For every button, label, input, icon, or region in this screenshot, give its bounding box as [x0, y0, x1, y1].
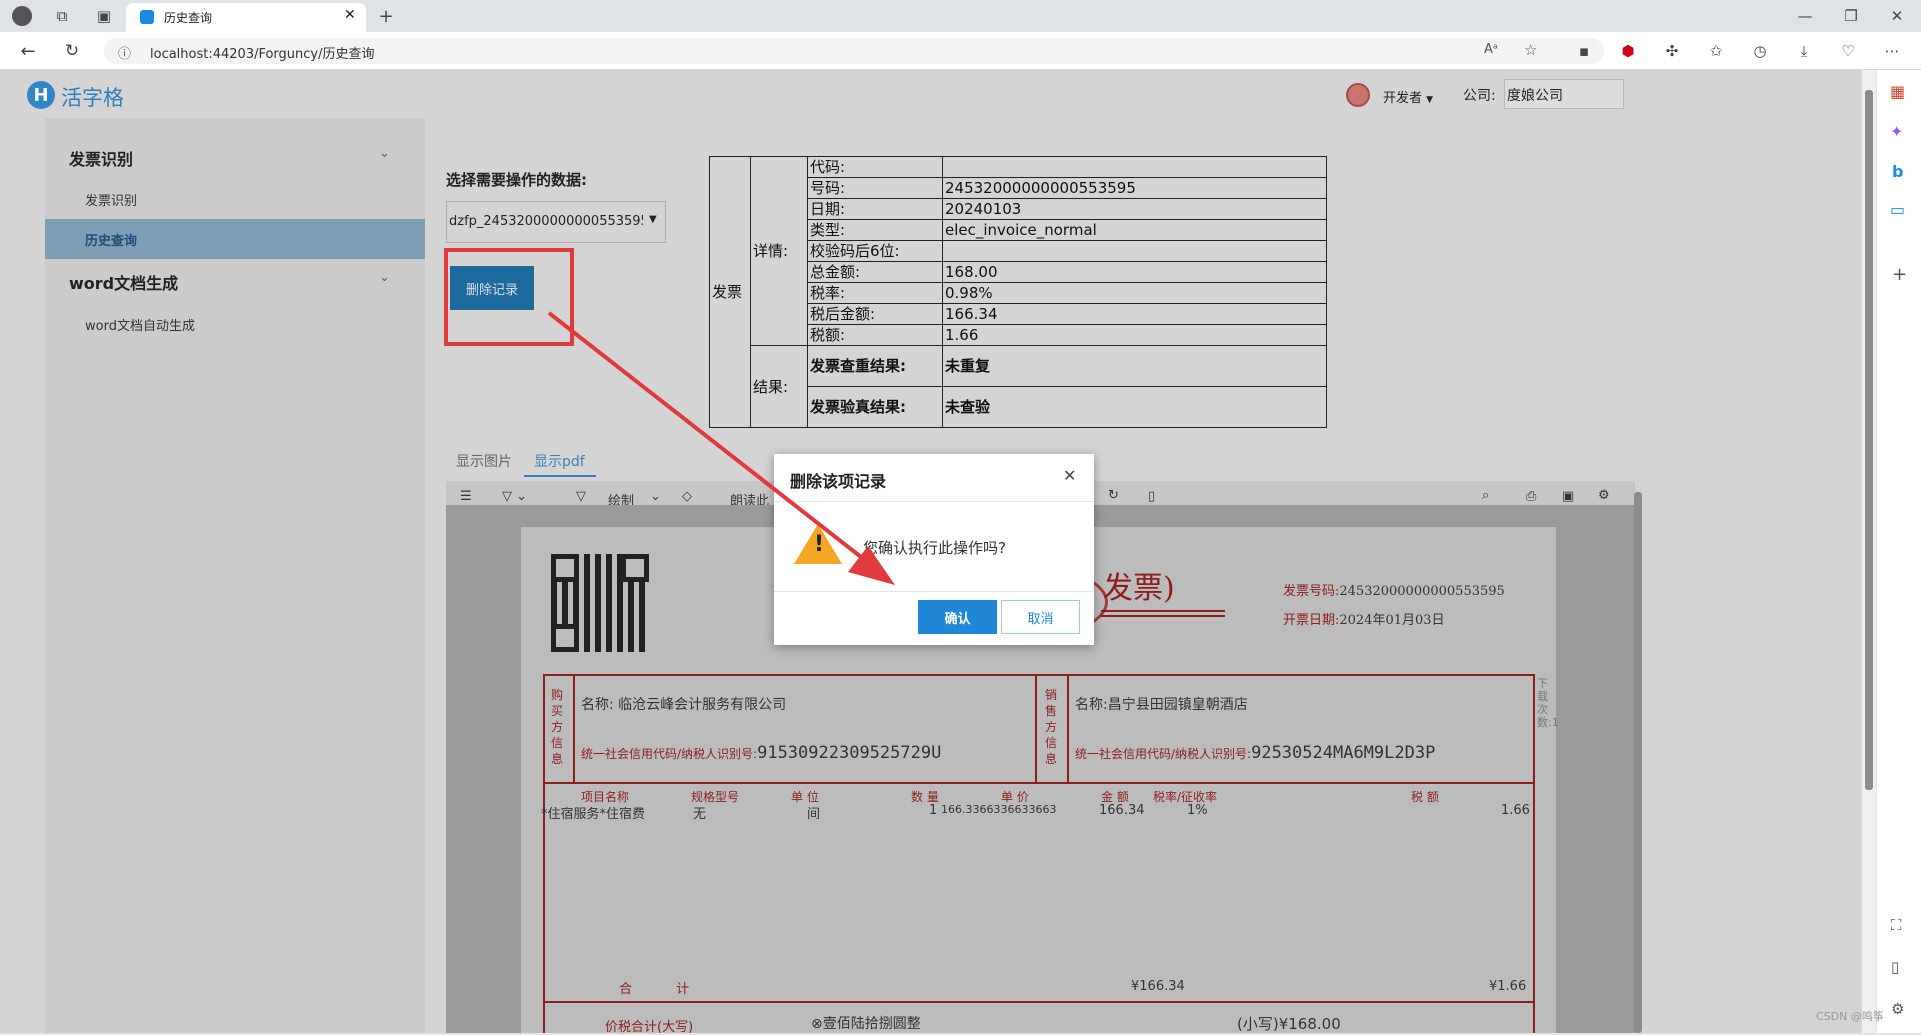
arrow-shaft: [547, 311, 872, 566]
screenshot-icon[interactable]: ⛶: [1891, 916, 1902, 934]
csdn-watermark: CSDN @鸣筝: [1816, 1010, 1884, 1023]
gear-icon[interactable]: ⚙: [1891, 1000, 1904, 1018]
edge-sidebar: ▦ ✦ b ▭ + ⛶ ▯ ⚙: [1876, 70, 1921, 1033]
toolbox-icon[interactable]: ▦: [1890, 82, 1905, 101]
media-icon[interactable]: ▭: [1890, 200, 1905, 219]
page-scrollbar-thumb[interactable]: [1865, 90, 1873, 790]
add-sidebar-icon[interactable]: +: [1892, 264, 1907, 285]
copilot-icon[interactable]: ✦: [1890, 122, 1903, 141]
annotation-arrow: [547, 311, 895, 585]
bing-icon[interactable]: b: [1892, 162, 1903, 181]
sidebar-toggle-icon[interactable]: ▯: [1891, 958, 1899, 976]
page-scrollbar[interactable]: [1862, 70, 1876, 1033]
